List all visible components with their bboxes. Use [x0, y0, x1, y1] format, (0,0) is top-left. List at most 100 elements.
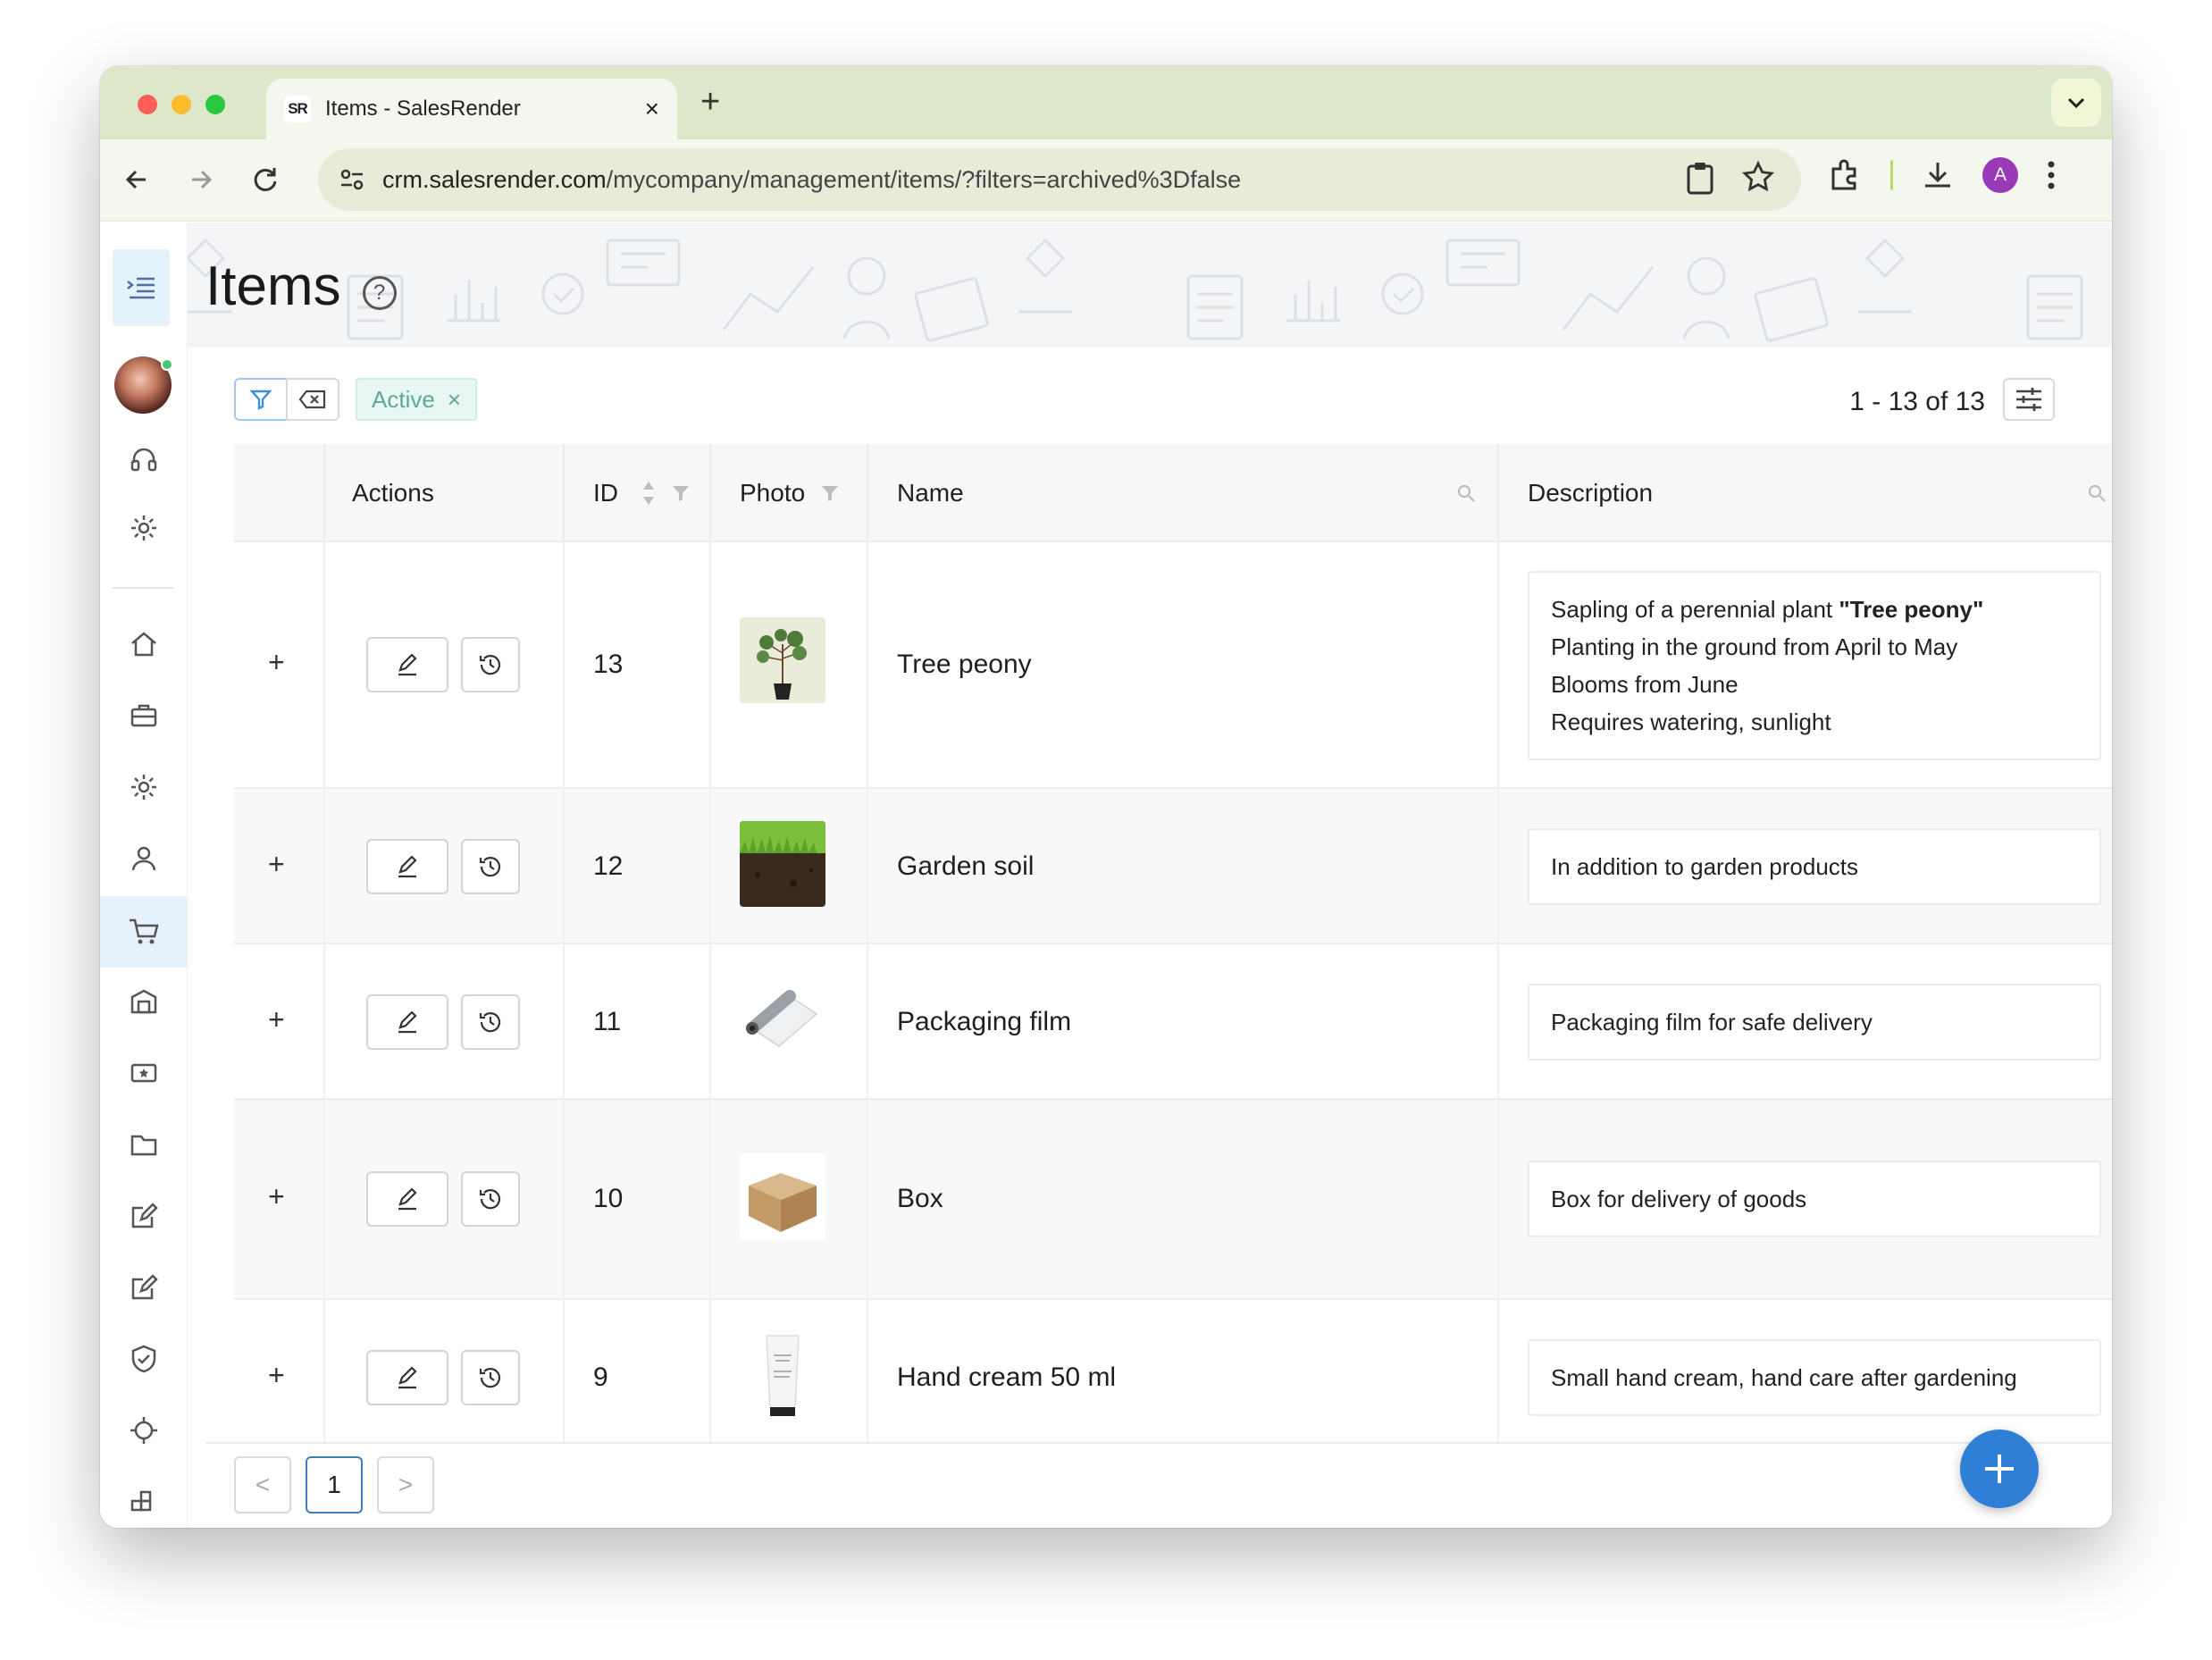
table-row[interactable]: + 9 Hand cream 50 ml Small hand cream, h… [234, 1300, 2112, 1455]
item-photo[interactable] [740, 1153, 825, 1239]
edit-button[interactable] [366, 839, 448, 894]
column-divider [1497, 1300, 1499, 1455]
forward-button[interactable] [179, 157, 223, 202]
expand-row-icon[interactable]: + [268, 848, 285, 881]
item-photo[interactable] [740, 1332, 825, 1418]
column-divider [563, 444, 565, 542]
more-vertical-icon[interactable] [2047, 160, 2056, 190]
browser-tab[interactable]: SR Items - SalesRender × [266, 79, 677, 139]
sidebar-item-home[interactable] [100, 612, 188, 676]
tab-close-icon[interactable]: × [645, 95, 659, 123]
site-settings-icon[interactable] [338, 165, 366, 194]
history-button[interactable] [461, 839, 520, 894]
sidebar-item-targets[interactable] [100, 1398, 188, 1463]
arrow-right-icon [192, 170, 213, 189]
prev-page-button[interactable]: < [234, 1456, 291, 1513]
column-divider [1497, 444, 1499, 542]
edit-button[interactable] [366, 1350, 448, 1405]
history-button[interactable] [461, 994, 520, 1050]
column-divider [563, 1300, 565, 1455]
sidebar-item-modules[interactable] [100, 1470, 188, 1528]
item-name: Box [897, 1184, 943, 1213]
sidebar-item-promotions[interactable] [100, 1041, 188, 1105]
sidebar-item-security[interactable] [100, 1327, 188, 1391]
search-icon[interactable] [2087, 483, 2107, 503]
add-item-button[interactable] [1960, 1429, 2039, 1508]
expand-row-icon[interactable]: + [268, 1359, 285, 1392]
item-photo[interactable] [740, 821, 825, 907]
download-icon[interactable] [1922, 159, 1954, 191]
new-tab-button[interactable]: + [700, 84, 720, 120]
tab-search-button[interactable] [2051, 79, 2101, 127]
row-actions [366, 637, 520, 692]
reload-icon [254, 168, 277, 191]
warehouse-icon [130, 989, 157, 1014]
column-divider [709, 1100, 711, 1300]
clipboard-icon[interactable] [1685, 161, 1715, 195]
next-page-button[interactable]: > [377, 1456, 434, 1513]
page-button[interactable]: 1 [306, 1456, 363, 1513]
pencil-icon [398, 653, 417, 676]
item-photo[interactable] [740, 977, 825, 1062]
sidebar-item-items[interactable] [100, 896, 188, 968]
table-row[interactable]: + 12 Garden soil In addition to garden p… [234, 789, 2112, 944]
sidebar-item-warehouse[interactable] [100, 969, 188, 1034]
doodle-pattern-icon [188, 238, 2112, 343]
history-button[interactable] [461, 637, 520, 692]
edit-button[interactable] [366, 1171, 448, 1227]
address-bar[interactable]: crm.salesrender.com/mycompany/management… [318, 148, 1801, 211]
description-line: Sapling of a perennial plant "Tree peony… [1551, 591, 2078, 628]
clear-filters-button[interactable] [286, 378, 339, 421]
edit-button[interactable] [366, 994, 448, 1050]
sidebar-item-settings[interactable] [100, 496, 188, 560]
column-divider [867, 1300, 868, 1455]
column-filter-icon[interactable] [821, 484, 839, 502]
column-settings-button[interactable] [2003, 378, 2055, 421]
search-icon[interactable] [1456, 483, 1476, 503]
table-row[interactable]: + 10 Box Box for delivery of goods [234, 1100, 2112, 1300]
profile-avatar[interactable]: A [1982, 157, 2018, 193]
history-button[interactable] [461, 1171, 520, 1227]
sidebar-item-users[interactable] [100, 826, 188, 891]
item-description: Small hand cream, hand care after garden… [1528, 1339, 2101, 1416]
expand-row-icon[interactable]: + [268, 646, 285, 679]
column-photo[interactable]: Photo [740, 444, 839, 542]
menu-collapse-icon [127, 277, 155, 299]
help-icon[interactable]: ? [362, 275, 397, 310]
sidebar-item-files[interactable] [100, 1112, 188, 1177]
description-line: Requires watering, sunlight [1551, 708, 1831, 735]
history-button[interactable] [461, 1350, 520, 1405]
sidebar-item-forms[interactable] [100, 1184, 188, 1248]
description-line: Box for delivery of goods [1551, 1186, 1807, 1212]
sidebar-item-notes[interactable] [100, 1255, 188, 1320]
column-divider [323, 1100, 325, 1300]
packaging-film-photo [740, 977, 825, 1062]
sort-icon[interactable] [641, 480, 656, 507]
sidebar-toggle[interactable] [113, 249, 170, 326]
item-photo[interactable] [740, 617, 825, 703]
description-line: Packaging film for safe delivery [1551, 1009, 1873, 1035]
extensions-icon[interactable] [1828, 158, 1862, 192]
tree-peony-photo [740, 617, 825, 703]
edit-button[interactable] [366, 637, 448, 692]
expand-row-icon[interactable]: + [268, 1180, 285, 1213]
chip-close-icon[interactable]: × [448, 386, 461, 414]
filter-button[interactable] [234, 378, 288, 421]
reload-button[interactable] [243, 157, 288, 202]
items-table: Actions ID Photo Name Description + 13 T… [234, 444, 2112, 1455]
sidebar-item-toolbox[interactable] [100, 683, 188, 748]
bookmark-star-icon[interactable] [1742, 161, 1774, 193]
sidebar-item-support[interactable] [100, 428, 188, 492]
active-filter-chip[interactable]: Active × [356, 378, 477, 421]
box-photo [740, 1153, 825, 1239]
sidebar-item-configuration[interactable] [100, 755, 188, 819]
column-id[interactable]: ID [593, 444, 690, 542]
table-row[interactable]: + 13 Tree peony Sapling of a perennial p… [234, 542, 2112, 789]
minimize-window-button[interactable] [172, 95, 191, 114]
table-row[interactable]: + 11 Packaging film Packaging film for s… [234, 944, 2112, 1100]
expand-row-icon[interactable]: + [268, 1003, 285, 1036]
back-button[interactable] [114, 157, 159, 202]
close-window-button[interactable] [138, 95, 157, 114]
maximize-window-button[interactable] [205, 95, 225, 114]
column-filter-icon[interactable] [672, 484, 690, 502]
